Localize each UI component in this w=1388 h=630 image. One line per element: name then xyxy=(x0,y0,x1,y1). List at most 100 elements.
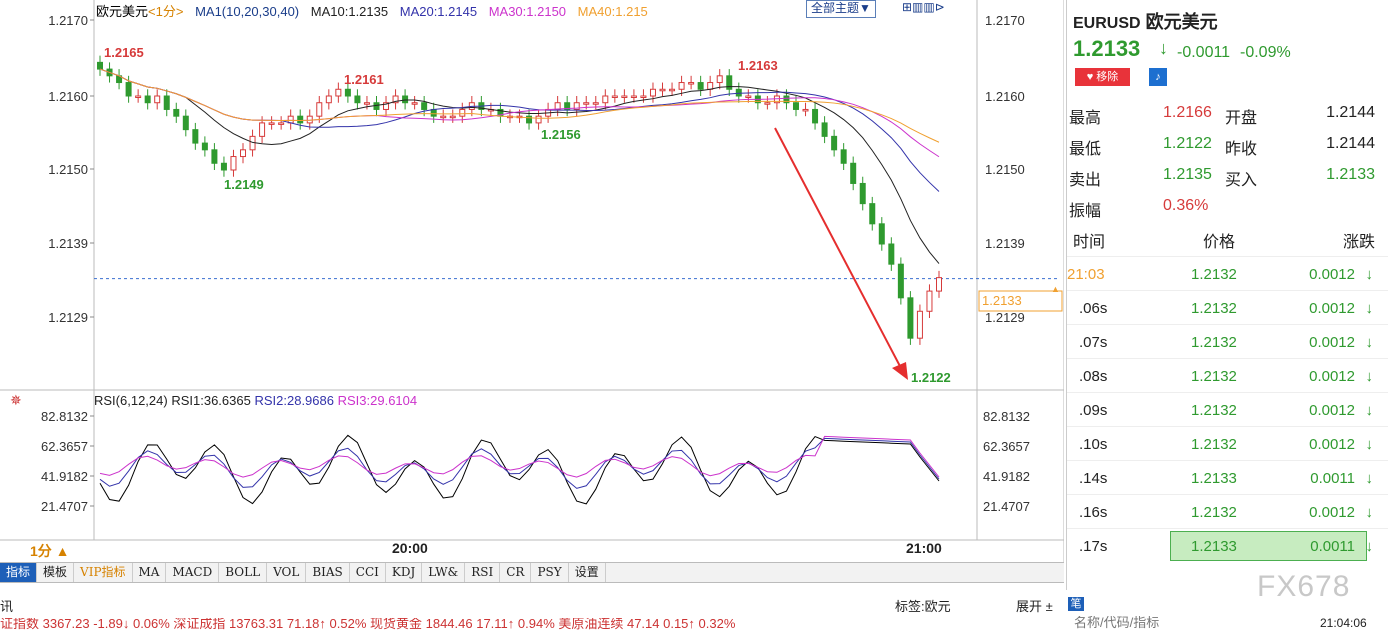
candle-body xyxy=(354,95,361,104)
tab-11[interactable]: RSI xyxy=(465,563,501,582)
candle-body xyxy=(659,88,666,92)
candle-body xyxy=(449,115,456,119)
tick-time: .17s xyxy=(1079,538,1108,555)
tick-change: 0.0012 xyxy=(1309,334,1355,351)
candle-body xyxy=(831,135,838,151)
stat-row: 最低 1.2122 昨收 1.2144 xyxy=(1067,129,1388,159)
chart-title: 欧元美元 xyxy=(96,4,149,19)
candle-body xyxy=(316,102,323,117)
expand-button[interactable]: 展开 ± xyxy=(1016,596,1053,615)
candle-body xyxy=(888,243,895,265)
ticks-header: 时间 价格 涨跌 xyxy=(1067,222,1388,252)
candle-body xyxy=(812,108,819,124)
candle-body xyxy=(640,95,647,98)
candle-body xyxy=(792,102,799,110)
candle-body xyxy=(859,182,866,205)
candle-body xyxy=(459,108,466,117)
candle-body xyxy=(182,115,189,131)
candle-body xyxy=(726,75,733,90)
bell-icon[interactable]: ♪ xyxy=(1149,68,1167,86)
stat-key2: 买入 xyxy=(1225,172,1258,189)
tab-5[interactable]: BOLL xyxy=(219,563,268,582)
layout-icons[interactable]: ⊞▥▥⊳ xyxy=(902,0,945,14)
ma20-line xyxy=(99,68,940,192)
chart-canvas[interactable]: 1.2170 1.2170 1.2160 1.2160 1.2150 1.2150 1.21… xyxy=(0,0,1064,562)
theme-dropdown[interactable]: 全部主题▼ xyxy=(806,0,876,18)
candle-body xyxy=(201,142,208,151)
down-arrow-icon: ↓ xyxy=(1365,266,1374,283)
remove-button[interactable]: ♥ 移除 xyxy=(1075,68,1130,86)
candle-body xyxy=(125,82,132,97)
candle-body xyxy=(535,115,542,124)
tab-2[interactable]: VIP指标 xyxy=(74,563,133,582)
tab-12[interactable]: CR xyxy=(500,563,532,582)
candle-body xyxy=(678,82,685,90)
tab-1[interactable]: 模板 xyxy=(37,563,75,582)
candle-body xyxy=(707,82,714,90)
tab-10[interactable]: LW& xyxy=(422,563,466,582)
time-label-20: 20:00 xyxy=(392,540,428,556)
price-label-right: 1.2160 xyxy=(985,89,1025,104)
candle-body xyxy=(840,149,847,164)
tab-14[interactable]: 设置 xyxy=(569,563,606,582)
tick-price: 1.2132 xyxy=(1191,504,1237,521)
tick-time: .14s xyxy=(1079,470,1108,487)
period-toggle[interactable]: 1分 ▲ xyxy=(30,541,70,561)
market-ticker: 证指数 3367.23 -1.89↓ 0.06% 深证成指 13763.31 7… xyxy=(0,618,736,630)
tick-price: 1.2132 xyxy=(1191,266,1237,283)
tab-13[interactable]: PSY xyxy=(531,563,569,582)
rsi-label-right: 62.3657 xyxy=(983,439,1030,454)
candle-body xyxy=(135,95,142,98)
quote-header: EURUSD 欧元美元 xyxy=(1073,8,1218,34)
candle-body xyxy=(278,122,285,125)
candle-body xyxy=(916,310,923,339)
tab-7[interactable]: BIAS xyxy=(306,563,350,582)
current-price-label: 1.2133 xyxy=(982,293,1022,308)
candle-body xyxy=(211,149,218,164)
tab-3[interactable]: MA xyxy=(133,563,167,582)
candle-body xyxy=(907,297,914,339)
settings-icon[interactable]: ✵ xyxy=(10,392,22,409)
chart-legend: 欧元美元<1分> MA1(10,20,30,40) MA10:1.2135 MA… xyxy=(96,1,656,20)
ma20-value: MA20:1.2145 xyxy=(399,4,478,19)
candle-body xyxy=(240,149,247,158)
trend-arrow xyxy=(774,127,903,371)
candle-body xyxy=(821,122,828,137)
tick-price: 1.2132 xyxy=(1191,368,1237,385)
tab-0[interactable]: 指标 xyxy=(0,563,38,582)
stat-key: 最高 xyxy=(1069,110,1102,127)
tick-price: 1.2132 xyxy=(1191,300,1237,317)
tick-row: .16s 1.2132 0.0012 ↓ xyxy=(1067,494,1388,529)
annotation-low2: 1.2156 xyxy=(541,127,581,142)
down-arrow-icon: ↓ xyxy=(1365,504,1374,521)
candle-body xyxy=(850,162,857,184)
price-label-left: 1.2170 xyxy=(48,13,88,28)
tick-change: 0.0011 xyxy=(1310,538,1355,555)
tag-label[interactable]: 标签:欧元 xyxy=(895,596,951,615)
candle-body xyxy=(411,102,418,105)
trade-tab[interactable]: 笔 xyxy=(1068,597,1084,611)
tick-time: 21:03 xyxy=(1067,266,1105,283)
news-label: 讯 xyxy=(0,599,14,614)
tick-price: 1.2133 xyxy=(1191,470,1237,487)
stat-value: 0.36% xyxy=(1163,197,1209,214)
rsi-label-left: 62.3657 xyxy=(41,439,88,454)
tick-time: .08s xyxy=(1079,368,1108,385)
candle-body xyxy=(764,102,771,105)
tick-price: 1.2132 xyxy=(1191,334,1237,351)
annotation-high3: 1.2163 xyxy=(738,58,778,73)
search-input[interactable]: 名称/代码/指标 xyxy=(1074,616,1159,630)
period-selector[interactable]: <1分> xyxy=(148,4,183,19)
rsi-label-right: 41.9182 xyxy=(983,469,1030,484)
tab-8[interactable]: CCI xyxy=(350,563,386,582)
quote-change: -0.0011 xyxy=(1177,44,1231,61)
rsi-label-right: 82.8132 xyxy=(983,409,1030,424)
tab-9[interactable]: KDJ xyxy=(386,563,423,582)
candle-body xyxy=(259,122,266,137)
tab-6[interactable]: VOL xyxy=(267,563,307,582)
rsi3-line xyxy=(99,435,940,478)
ticks-header-time: 时间 xyxy=(1073,234,1106,251)
stat-row: 振幅 0.36% xyxy=(1067,191,1388,221)
tab-4[interactable]: MACD xyxy=(166,563,220,582)
tick-time: .09s xyxy=(1079,402,1108,419)
